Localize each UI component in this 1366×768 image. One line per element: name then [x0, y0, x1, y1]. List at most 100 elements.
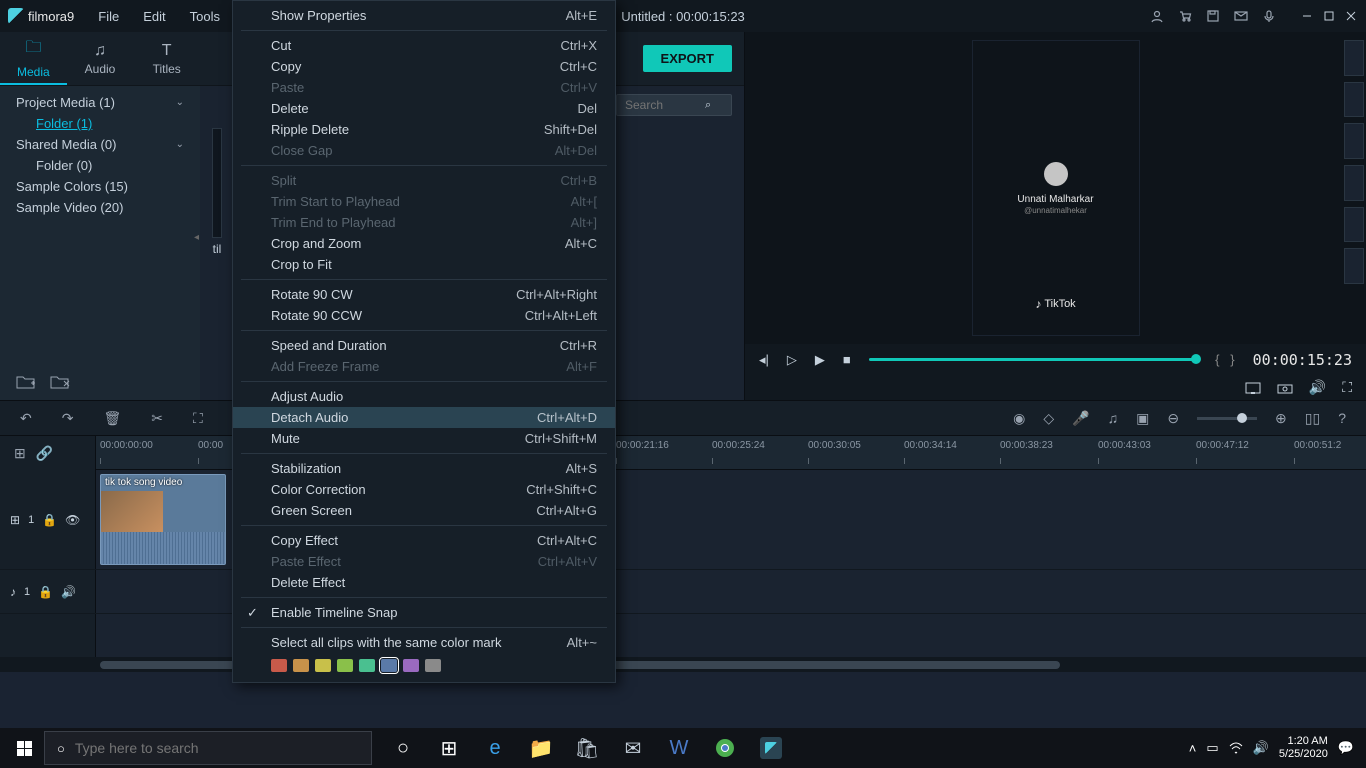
- cm-delete-effect[interactable]: Delete Effect: [233, 572, 615, 593]
- tab-titles[interactable]: TTitles: [133, 32, 200, 85]
- search-box[interactable]: ⌕: [616, 94, 732, 116]
- task-view-icon[interactable]: ⊞: [426, 728, 472, 768]
- cm-adjust-audio[interactable]: Adjust Audio: [233, 386, 615, 407]
- color-swatch[interactable]: [381, 659, 397, 672]
- zoom-out-button[interactable]: ⊖: [1167, 410, 1179, 427]
- close-button[interactable]: [1344, 9, 1358, 23]
- menu-edit[interactable]: Edit: [131, 3, 177, 30]
- lock-icon[interactable]: 🔒: [38, 585, 53, 599]
- mark-in-out[interactable]: { }: [1215, 352, 1235, 367]
- save-icon[interactable]: [1206, 9, 1220, 23]
- cm-copy-effect[interactable]: Copy EffectCtrl+Alt+C: [233, 530, 615, 551]
- strip-cell[interactable]: [1344, 40, 1364, 76]
- tray-chevron-icon[interactable]: ˄: [1189, 741, 1197, 756]
- media-thumbnail[interactable]: til: [212, 128, 222, 256]
- cm-green-screen[interactable]: Green ScreenCtrl+Alt+G: [233, 500, 615, 521]
- tree-project-media[interactable]: Project Media (1)⌄: [0, 92, 200, 113]
- cm-mute[interactable]: MuteCtrl+Shift+M: [233, 428, 615, 449]
- add-track-button[interactable]: ⊞: [14, 445, 26, 462]
- mic-icon[interactable]: [1262, 9, 1276, 23]
- cm-rotate-cw[interactable]: Rotate 90 CWCtrl+Alt+Right: [233, 284, 615, 305]
- cm-detach-audio[interactable]: Detach AudioCtrl+Alt+D: [233, 407, 615, 428]
- collapse-handle[interactable]: ◂: [194, 232, 199, 243]
- battery-icon[interactable]: ▭: [1206, 740, 1218, 756]
- strip-cell[interactable]: [1344, 82, 1364, 118]
- color-swatch[interactable]: [403, 659, 419, 672]
- color-swatch[interactable]: [425, 659, 441, 672]
- cm-crop-zoom[interactable]: Crop and ZoomAlt+C: [233, 233, 615, 254]
- delete-folder-icon[interactable]: [50, 374, 70, 390]
- new-folder-icon[interactable]: [16, 374, 36, 390]
- color-swatch[interactable]: [337, 659, 353, 672]
- help-button[interactable]: ?: [1338, 410, 1346, 426]
- store-icon[interactable]: 🛍: [564, 728, 610, 768]
- color-swatch[interactable]: [293, 659, 309, 672]
- split-button[interactable]: ✂: [151, 410, 163, 427]
- tree-folder-1[interactable]: Folder (1): [0, 113, 200, 134]
- snapshot-icon[interactable]: [1277, 382, 1293, 394]
- video-track-head[interactable]: ⊞ 1 🔒 👁: [0, 470, 96, 569]
- audio-mixer-button[interactable]: ♫: [1108, 410, 1119, 426]
- start-button[interactable]: [4, 728, 44, 768]
- cortana-icon[interactable]: ○: [380, 728, 426, 768]
- explorer-icon[interactable]: 📁: [518, 728, 564, 768]
- strip-cell[interactable]: [1344, 123, 1364, 159]
- tab-media[interactable]: 🗀Media: [0, 32, 67, 85]
- strip-cell[interactable]: [1344, 248, 1364, 284]
- cm-crop-fit[interactable]: Crop to Fit: [233, 254, 615, 275]
- tree-sample-colors[interactable]: Sample Colors (15): [0, 176, 200, 197]
- mail-app-icon[interactable]: ✉: [610, 728, 656, 768]
- tree-folder-0[interactable]: Folder (0): [0, 155, 200, 176]
- tree-shared-media[interactable]: Shared Media (0)⌄: [0, 134, 200, 155]
- speaker-icon[interactable]: 🔊: [61, 585, 76, 599]
- sound-icon[interactable]: 🔊: [1253, 740, 1269, 756]
- cart-icon[interactable]: [1178, 9, 1192, 23]
- taskbar-search[interactable]: ○: [44, 731, 372, 765]
- cm-select-color[interactable]: Select all clips with the same color mar…: [233, 632, 615, 653]
- menu-tools[interactable]: Tools: [178, 3, 232, 30]
- export-frame-button[interactable]: ▣: [1136, 410, 1149, 427]
- menu-file[interactable]: File: [86, 3, 131, 30]
- cm-show-properties[interactable]: Show PropertiesAlt+E: [233, 5, 615, 26]
- zoom-in-button[interactable]: ⊕: [1275, 410, 1287, 427]
- fullscreen-icon[interactable]: ⛶: [1342, 379, 1352, 396]
- cm-stabilization[interactable]: StabilizationAlt+S: [233, 458, 615, 479]
- cm-copy[interactable]: CopyCtrl+C: [233, 56, 615, 77]
- redo-button[interactable]: ↷: [62, 410, 74, 427]
- audio-track-head[interactable]: ♪ 1 🔒 🔊: [0, 570, 96, 613]
- color-swatch[interactable]: [271, 659, 287, 672]
- taskbar-search-input[interactable]: [75, 740, 359, 756]
- prev-frame-button[interactable]: ◂|: [759, 352, 769, 368]
- delete-button[interactable]: 🗑: [103, 410, 121, 427]
- progress-slider[interactable]: [869, 358, 1197, 361]
- cm-enable-snap[interactable]: ✓Enable Timeline Snap: [233, 602, 615, 623]
- next-frame-button[interactable]: ▶: [815, 352, 825, 368]
- export-button[interactable]: EXPORT: [643, 45, 732, 72]
- cm-color-correction[interactable]: Color CorrectionCtrl+Shift+C: [233, 479, 615, 500]
- search-input[interactable]: [625, 98, 705, 112]
- mail-icon[interactable]: [1234, 9, 1248, 23]
- quality-icon[interactable]: [1245, 382, 1261, 394]
- cm-speed[interactable]: Speed and DurationCtrl+R: [233, 335, 615, 356]
- filmora-app-icon[interactable]: [748, 728, 794, 768]
- system-clock[interactable]: 1:20 AM 5/25/2020: [1279, 735, 1328, 761]
- lock-icon[interactable]: 🔒: [42, 513, 57, 527]
- video-clip[interactable]: tik tok song video: [100, 474, 226, 565]
- volume-icon[interactable]: 🔊: [1309, 379, 1326, 396]
- notifications-icon[interactable]: 💬: [1338, 740, 1354, 756]
- tree-sample-video[interactable]: Sample Video (20): [0, 197, 200, 218]
- color-swatch[interactable]: [359, 659, 375, 672]
- stop-button[interactable]: ■: [843, 352, 851, 367]
- undo-button[interactable]: ↶: [20, 410, 32, 427]
- tab-audio[interactable]: ♫Audio: [67, 32, 134, 85]
- wifi-icon[interactable]: [1229, 742, 1243, 754]
- eye-icon[interactable]: 👁: [65, 513, 80, 527]
- cm-cut[interactable]: CutCtrl+X: [233, 35, 615, 56]
- minimize-button[interactable]: [1300, 9, 1314, 23]
- strip-cell[interactable]: [1344, 207, 1364, 243]
- cm-rotate-ccw[interactable]: Rotate 90 CCWCtrl+Alt+Left: [233, 305, 615, 326]
- zoom-fit-button[interactable]: ▯▯: [1305, 410, 1320, 427]
- play-button[interactable]: ▷: [787, 352, 797, 368]
- maximize-button[interactable]: [1322, 9, 1336, 23]
- cm-delete[interactable]: DeleteDel: [233, 98, 615, 119]
